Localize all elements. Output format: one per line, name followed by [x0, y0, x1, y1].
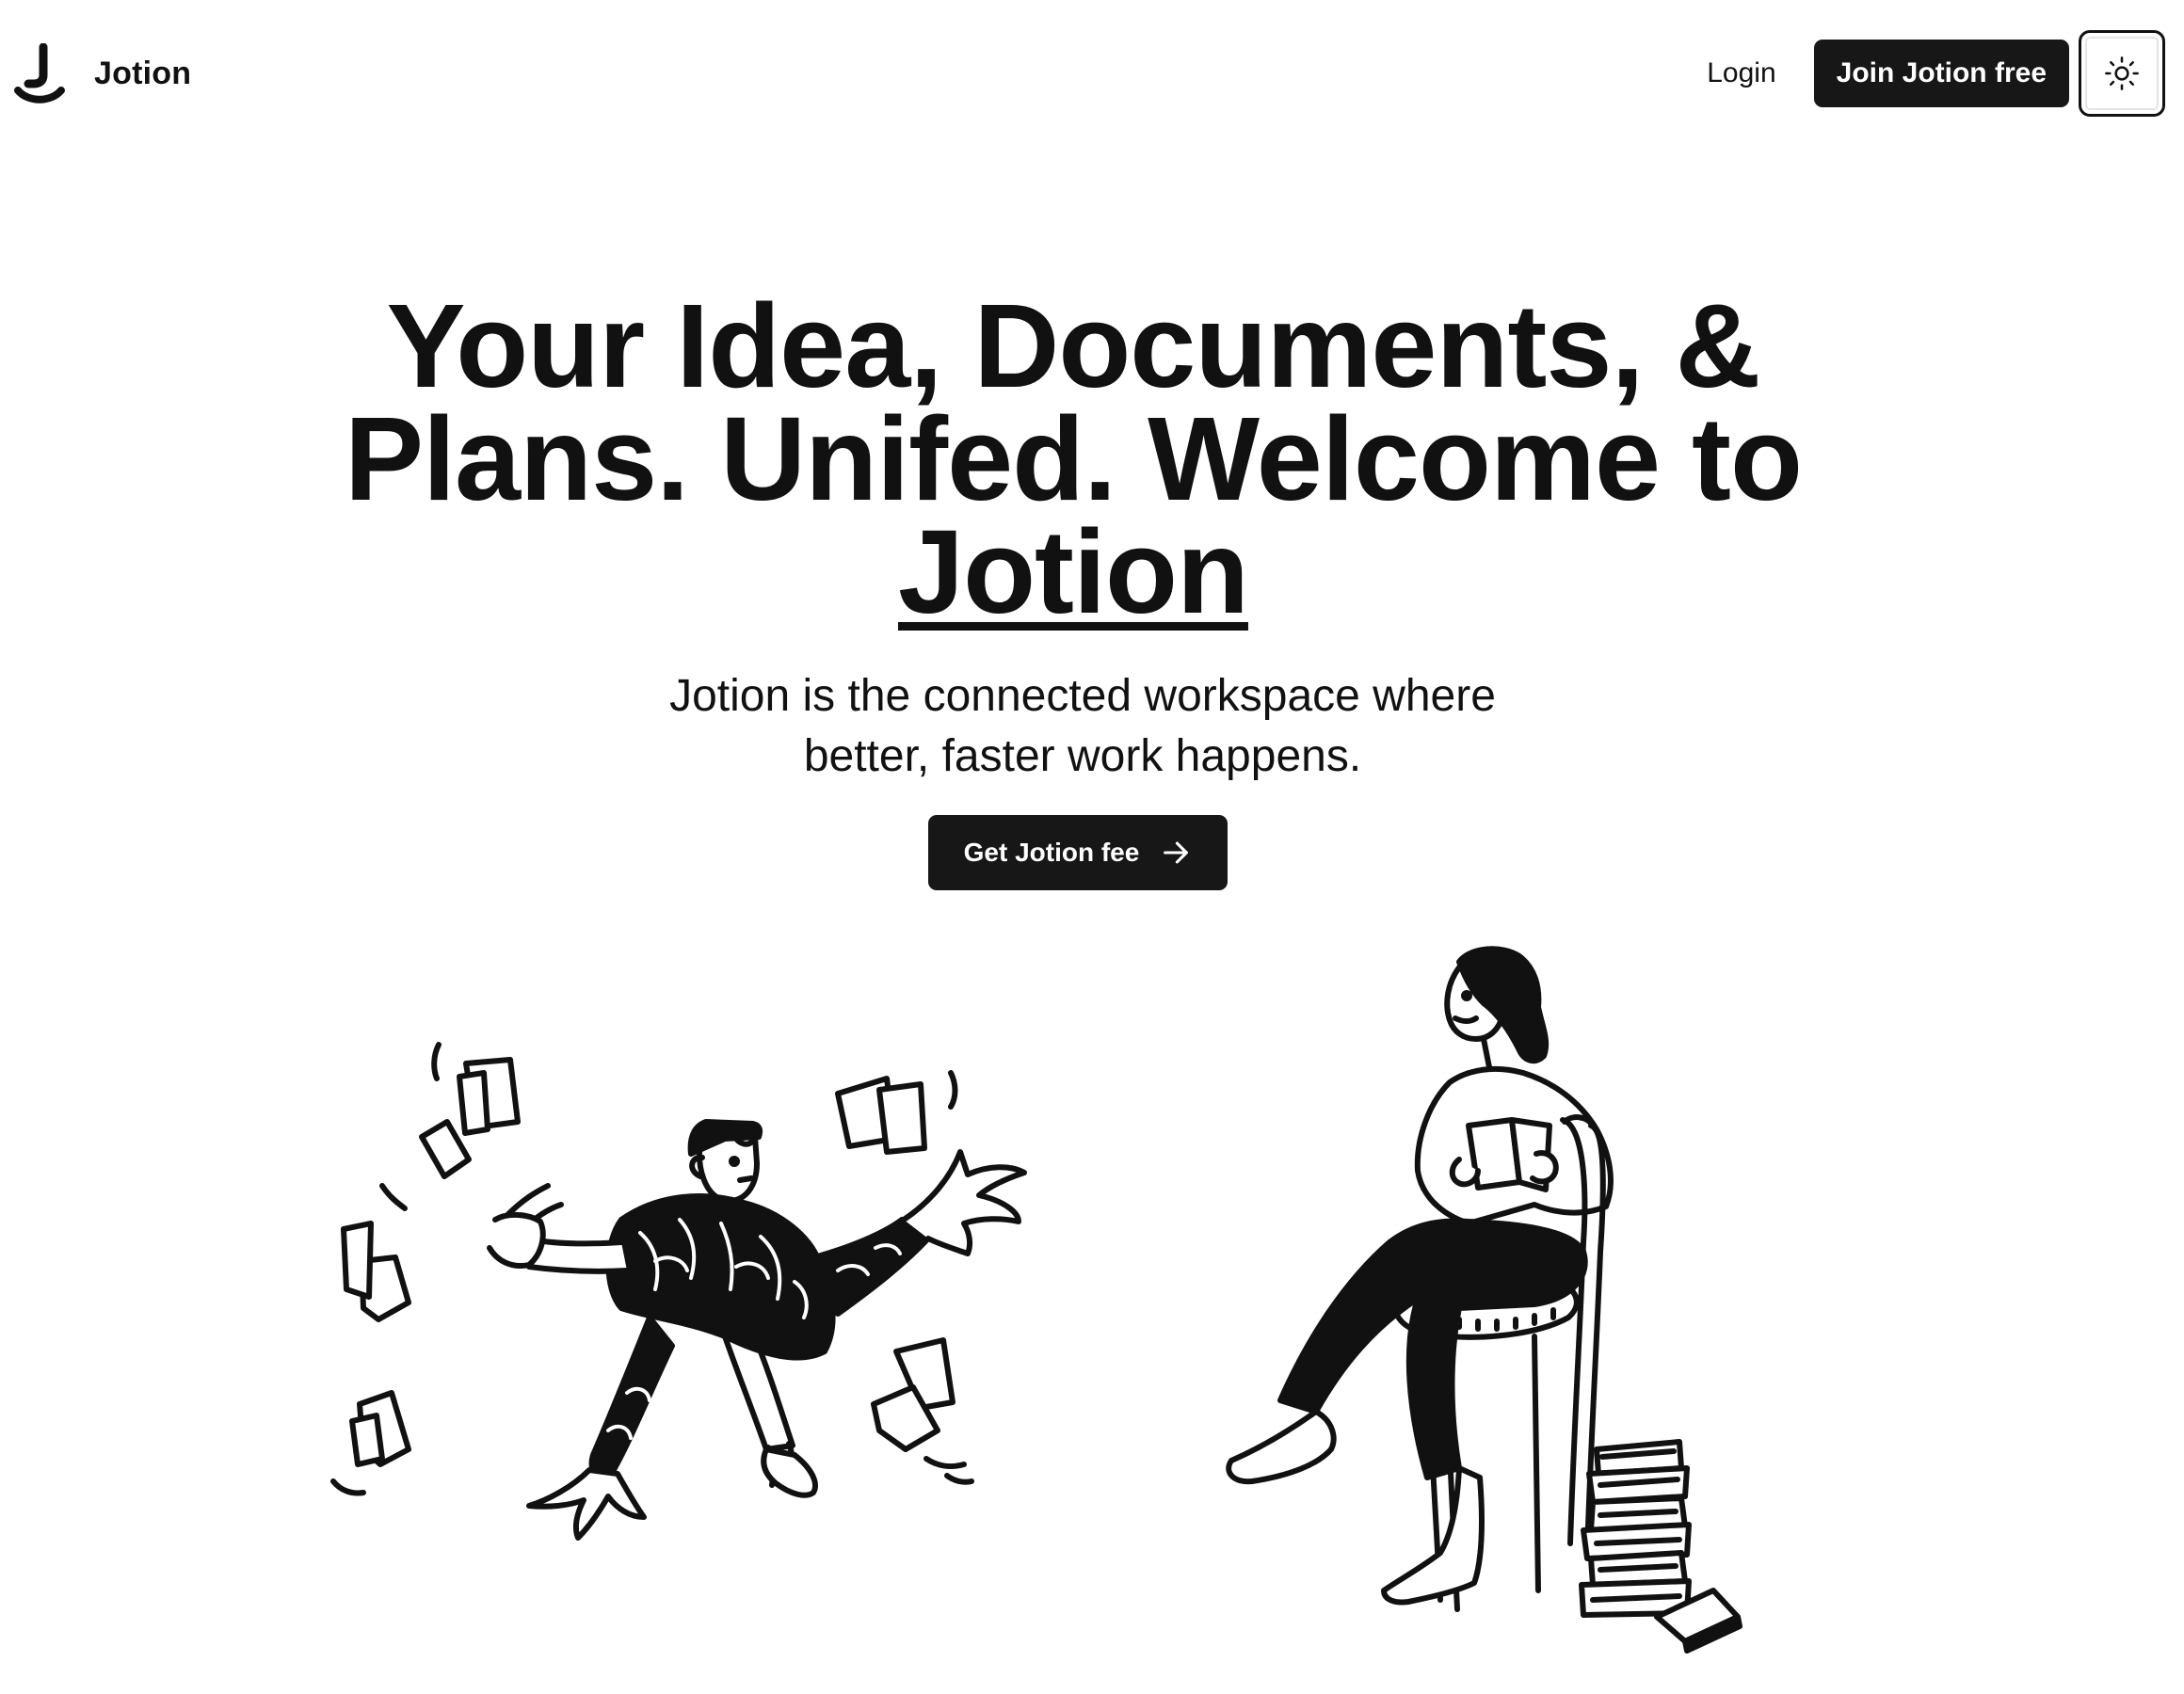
- illustration-man-throwing-papers: [330, 1042, 1027, 1541]
- join-free-button[interactable]: Join Jotion free: [1813, 40, 2069, 107]
- theme-toggle-button[interactable]: [2079, 30, 2165, 117]
- arrow-right-icon: [1164, 841, 1189, 864]
- login-button[interactable]: Login: [1707, 57, 1775, 89]
- get-jotion-label: Get Jotion fee: [963, 838, 1140, 867]
- hero-subtitle: Jotion is the connected workspace where …: [584, 666, 1582, 787]
- get-jotion-button[interactable]: Get Jotion fee: [928, 815, 1228, 890]
- brand[interactable]: Jotion: [13, 43, 191, 104]
- illustration-woman-reading-on-chair: [1226, 946, 1742, 1654]
- jotion-logo-icon: [14, 43, 65, 104]
- hero-subtitle-line-1: Jotion is the connected workspace where: [669, 671, 1496, 721]
- sun-icon: [2105, 56, 2139, 90]
- brand-name: Jotion: [94, 55, 192, 91]
- hero-subtitle-line-2: better, faster work happens.: [803, 731, 1362, 781]
- top-navbar: Jotion Login Join Jotion free: [0, 0, 2184, 147]
- hero-heading-brand: Jotion: [898, 505, 1249, 638]
- hero-heading: Your Idea, Documents, & Plans. Unifed. W…: [282, 287, 1864, 631]
- header-actions: Login Join Jotion free: [1707, 28, 2165, 119]
